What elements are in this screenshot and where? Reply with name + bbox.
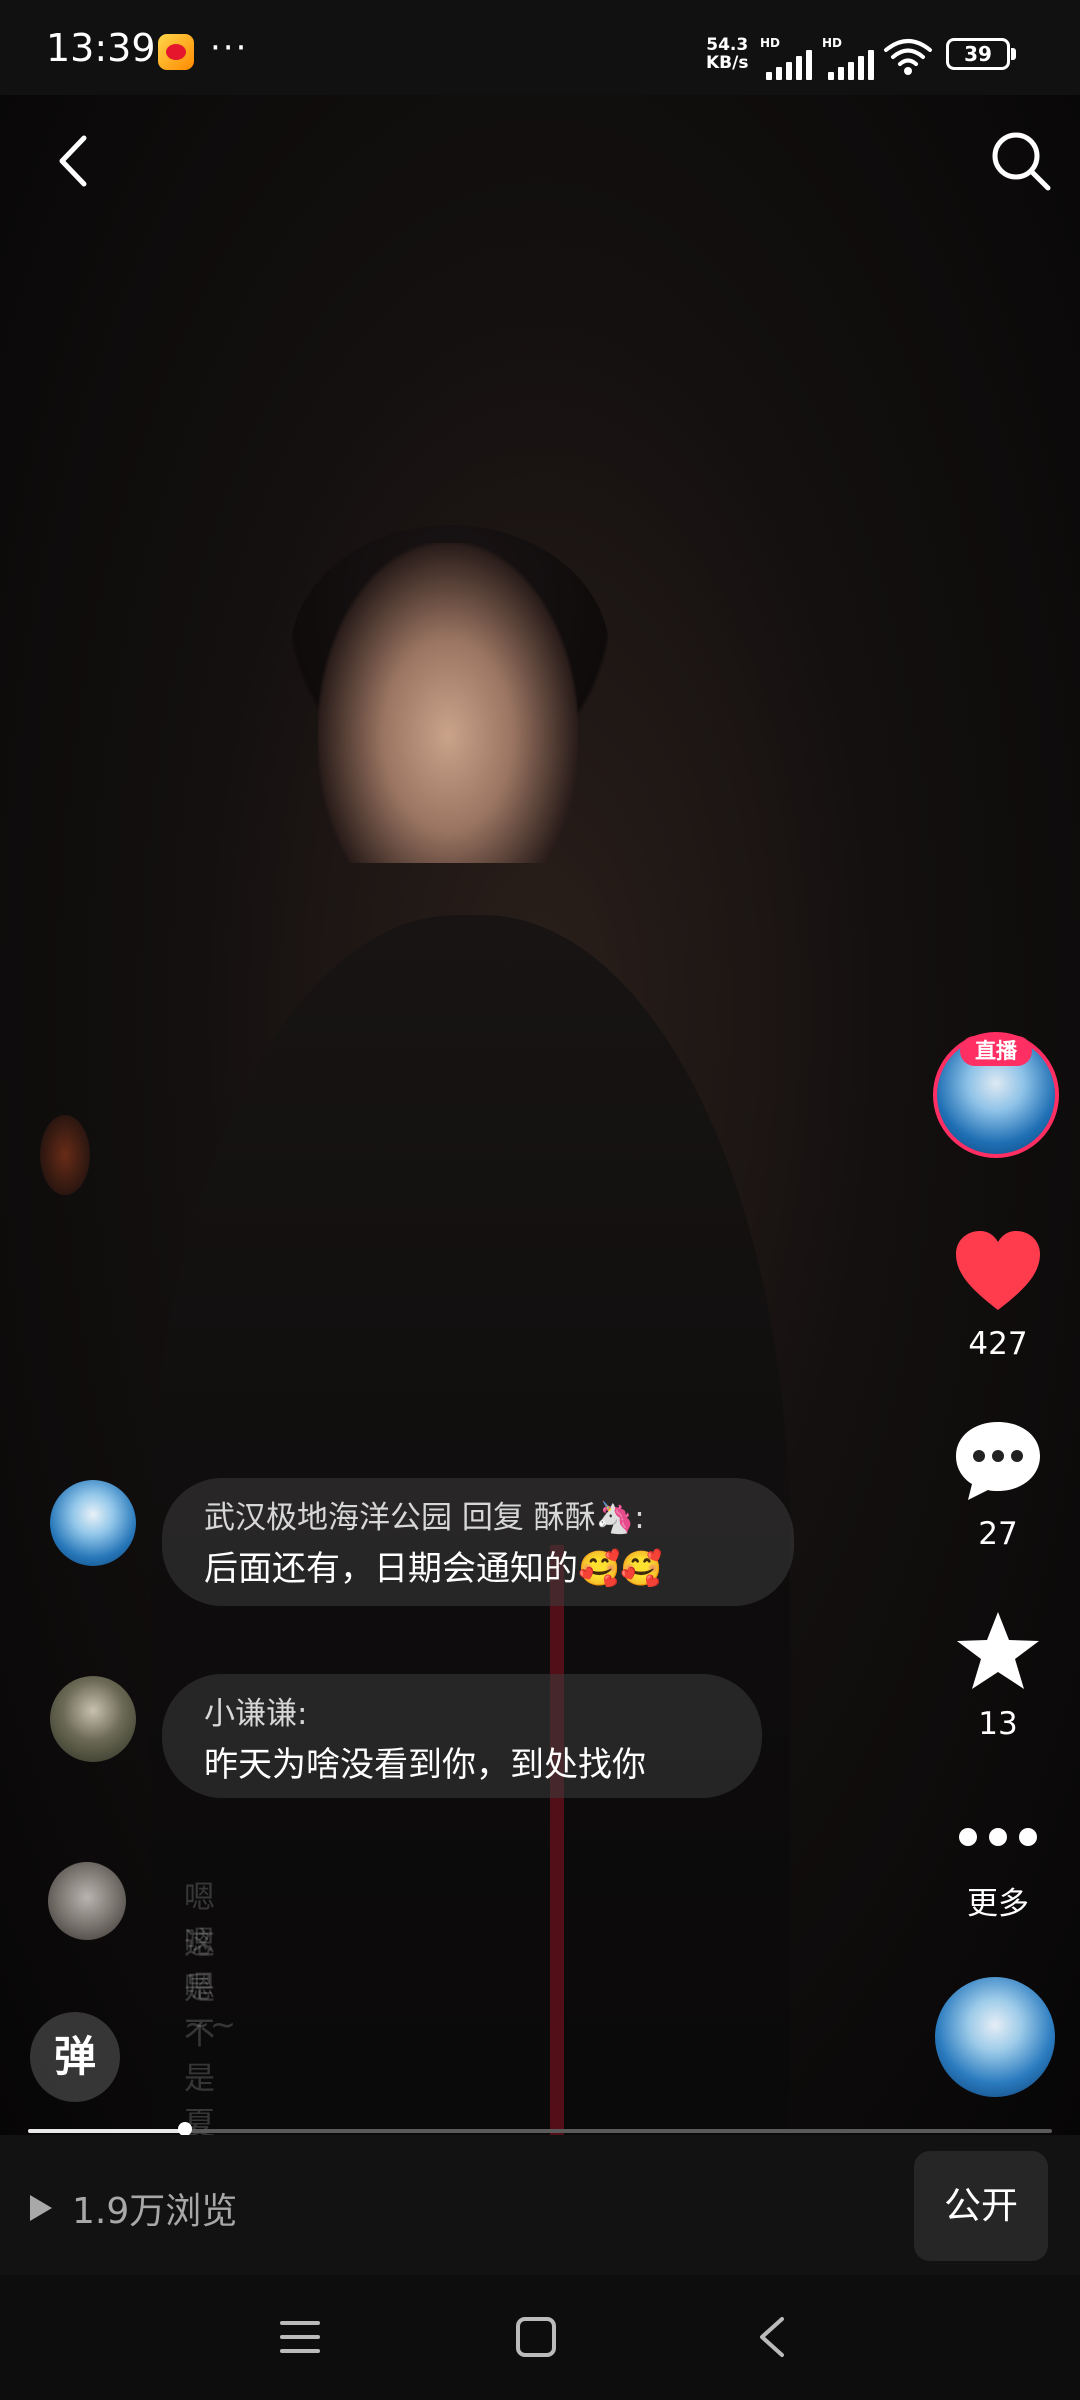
network-speed-value: 54.3 bbox=[706, 35, 749, 55]
heart-icon bbox=[956, 1231, 1040, 1310]
status-time: 13:39 bbox=[46, 26, 156, 70]
sim2-hd-label: HD bbox=[822, 36, 843, 50]
battery-indicator: 39 bbox=[946, 38, 1016, 70]
play-icon bbox=[30, 2195, 52, 2221]
danmaku-text: 后面还有，日期会通知的🥰🥰 bbox=[204, 1549, 663, 1589]
more-notifications-icon: ··· bbox=[210, 28, 249, 68]
more-button[interactable]: 更多 bbox=[940, 1822, 1056, 1923]
danmaku-author: 小谦谦: bbox=[204, 1696, 308, 1732]
search-button[interactable] bbox=[986, 126, 1056, 196]
progress-knob[interactable] bbox=[177, 2122, 192, 2136]
more-label: 更多 bbox=[967, 1886, 1029, 1922]
back-button[interactable] bbox=[44, 126, 104, 196]
menu-icon[interactable] bbox=[278, 2317, 322, 2357]
danmaku-author: 武汉极地海洋公园 回复 酥酥🦄: bbox=[204, 1500, 645, 1536]
ellipsis-icon bbox=[959, 1828, 1037, 1846]
danmaku-avatar[interactable] bbox=[50, 1480, 136, 1566]
network-speed: 54.3 KB/s bbox=[706, 36, 748, 72]
bottom-bar: 1.9万浏览 公开 bbox=[0, 2135, 1080, 2275]
weibo-app-icon bbox=[158, 34, 194, 70]
danmaku-avatar[interactable] bbox=[48, 1862, 126, 1940]
video-player[interactable] bbox=[0, 95, 1080, 2135]
danmaku-bubble[interactable]: 武汉极地海洋公园 回复 酥酥🦄: 后面还有，日期会通知的🥰🥰 bbox=[162, 1478, 794, 1606]
comment-count: 27 bbox=[978, 1516, 1018, 1552]
danmaku-toggle-button[interactable]: 弹 bbox=[30, 2012, 120, 2102]
public-button[interactable]: 公开 bbox=[914, 2151, 1048, 2261]
star-icon bbox=[957, 1612, 1039, 1689]
comment-bubble-icon bbox=[956, 1422, 1040, 1500]
live-badge: 直播 bbox=[960, 1036, 1032, 1066]
system-navigation-bar bbox=[0, 2275, 1080, 2400]
wifi-icon bbox=[882, 36, 934, 80]
back-nav-icon[interactable] bbox=[754, 2315, 790, 2359]
status-bar: 13:39 ··· 54.3 KB/s HD HD 39 bbox=[0, 0, 1080, 95]
home-icon[interactable] bbox=[514, 2315, 558, 2359]
background-light bbox=[40, 1115, 90, 1195]
author-avatar[interactable] bbox=[935, 1977, 1055, 2097]
view-count: 1.9万浏览 bbox=[28, 2182, 237, 2234]
favorite-button[interactable]: 13 bbox=[940, 1608, 1056, 1742]
danmaku-bubble[interactable]: 小谦谦: 昨天为啥没看到你，到处找你 bbox=[162, 1674, 762, 1798]
like-button[interactable]: 427 bbox=[940, 1228, 1056, 1362]
favorite-count: 13 bbox=[978, 1706, 1018, 1742]
search-icon bbox=[992, 132, 1051, 191]
like-count: 427 bbox=[968, 1326, 1028, 1362]
progress-fill bbox=[28, 2129, 185, 2133]
video-subject-sash bbox=[550, 1545, 564, 2135]
progress-bar[interactable] bbox=[28, 2122, 1052, 2136]
comment-button[interactable]: 27 bbox=[940, 1418, 1056, 1552]
video-subject-face bbox=[318, 543, 578, 863]
danmaku-avatar[interactable] bbox=[50, 1676, 136, 1762]
chevron-left-icon bbox=[59, 135, 87, 187]
view-count-label: 1.9万浏览 bbox=[72, 2191, 238, 2232]
danmaku-text: 昨天为啥没看到你，到处找你 bbox=[204, 1745, 646, 1785]
sim1-hd-label: HD bbox=[760, 36, 781, 50]
network-speed-unit: KB/s bbox=[706, 53, 749, 73]
